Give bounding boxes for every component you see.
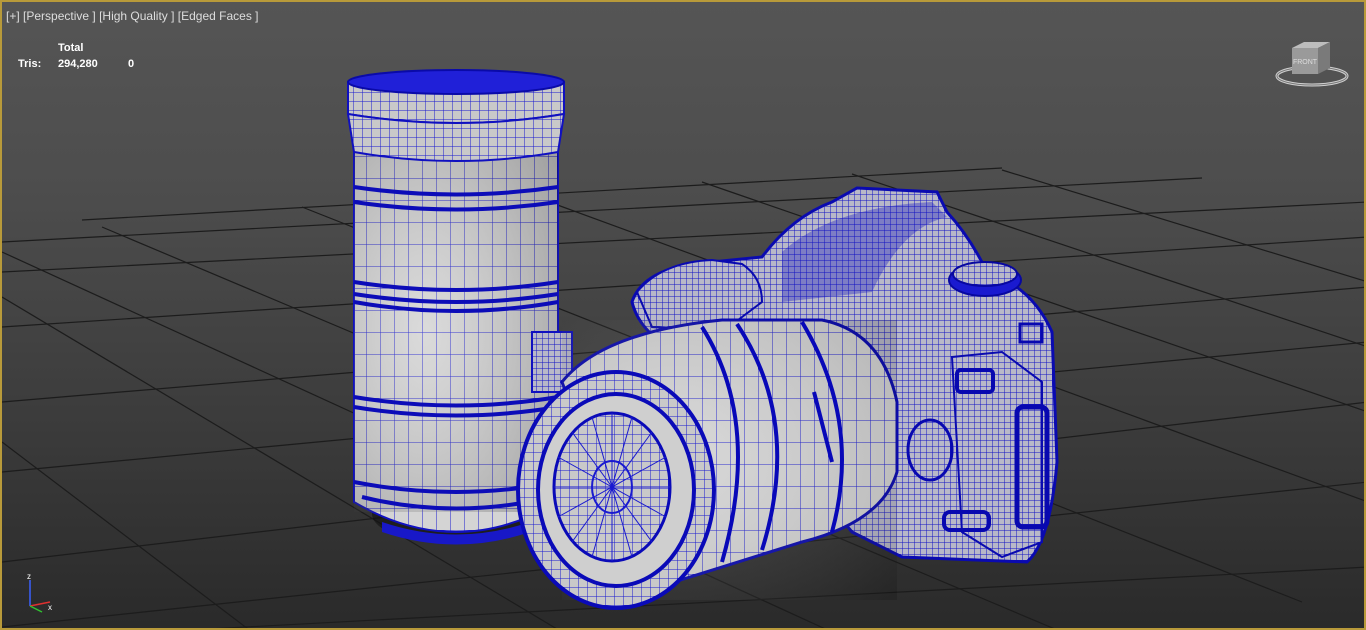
stats-total-header: Total bbox=[58, 42, 84, 54]
axis-tripod-icon: z x bbox=[27, 572, 52, 613]
axis-x-label: x bbox=[48, 603, 52, 612]
stats-tris-selected: 0 bbox=[128, 58, 135, 70]
statistics-overlay: Total Tris: 294,280 0 bbox=[18, 40, 148, 72]
viewport-shading-menu[interactable]: [High Quality ] bbox=[99, 9, 174, 23]
scene-view[interactable] bbox=[2, 2, 1366, 630]
viewport-general-menu[interactable]: [+] bbox=[6, 9, 20, 23]
kit-lens-mesh[interactable] bbox=[516, 318, 899, 610]
stats-tris-total: 294,280 bbox=[58, 58, 98, 70]
axis-z-label: z bbox=[27, 572, 31, 581]
stats-tris-label: Tris: bbox=[18, 58, 42, 70]
3d-viewport[interactable]: [+] [Perspective ] [High Quality ] [Edge… bbox=[0, 0, 1366, 630]
viewcube-face-label: FRONT bbox=[1293, 59, 1318, 66]
viewcube-icon[interactable]: FRONT bbox=[1272, 38, 1352, 92]
viewport-faces-menu[interactable]: [Edged Faces ] bbox=[178, 9, 259, 23]
viewport-label: [+] [Perspective ] [High Quality ] [Edge… bbox=[6, 9, 259, 23]
viewport-view-menu[interactable]: [Perspective ] bbox=[23, 9, 96, 23]
